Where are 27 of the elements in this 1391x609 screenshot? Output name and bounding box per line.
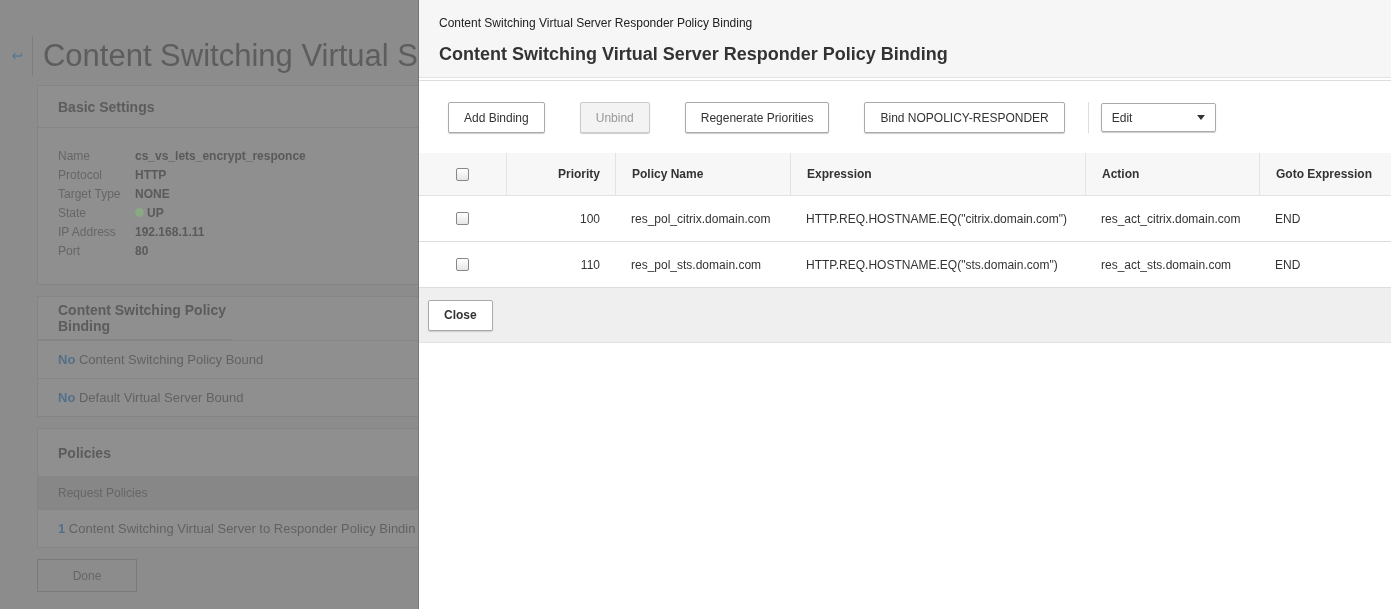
- table-cell: END: [1275, 211, 1301, 226]
- table-cell: END: [1275, 257, 1301, 272]
- table-cell: res_act_citrix.domain.com: [1101, 211, 1241, 226]
- table-cell: 100: [579, 211, 600, 226]
- table-cell: HTTP.REQ.HOSTNAME.EQ("sts.domain.com"): [806, 257, 1058, 272]
- toolbar-button[interactable]: Regenerate Priorities: [684, 102, 830, 133]
- edit-dropdown[interactable]: Edit: [1100, 103, 1216, 132]
- toolbar-button[interactable]: Add Binding: [448, 102, 545, 133]
- toolbar-button[interactable]: Bind NOPOLICY-RESPONDER: [864, 102, 1065, 133]
- close-button[interactable]: Close: [428, 299, 493, 331]
- row-checkbox[interactable]: [456, 212, 469, 225]
- table-cell: 110: [580, 257, 600, 272]
- panel-title: Content Switching Virtual Server Responder Policy Binding: [439, 44, 949, 65]
- status-dot-icon: [135, 208, 144, 217]
- column-header[interactable]: Goto Expression: [1276, 167, 1373, 181]
- column-header[interactable]: Action: [1102, 167, 1140, 181]
- table-cell: res_pol_citrix.domain.com: [631, 211, 771, 226]
- column-header[interactable]: Policy Name: [632, 167, 704, 181]
- caret-icon: [1196, 115, 1205, 120]
- column-header[interactable]: Priority: [558, 167, 600, 181]
- table-cell: res_act_sts.domain.com: [1101, 257, 1232, 272]
- row-checkbox[interactable]: [456, 258, 469, 271]
- column-header[interactable]: Expression: [807, 167, 872, 181]
- select-all-checkbox[interactable]: [456, 167, 469, 181]
- table-cell: HTTP.REQ.HOSTNAME.EQ("citrix.domain.com"): [806, 211, 1067, 226]
- table-cell: res_pol_sts.domain.com: [631, 257, 762, 272]
- breadcrumb-text: Content Switching Virtual Server Responder Policy Binding: [439, 16, 754, 30]
